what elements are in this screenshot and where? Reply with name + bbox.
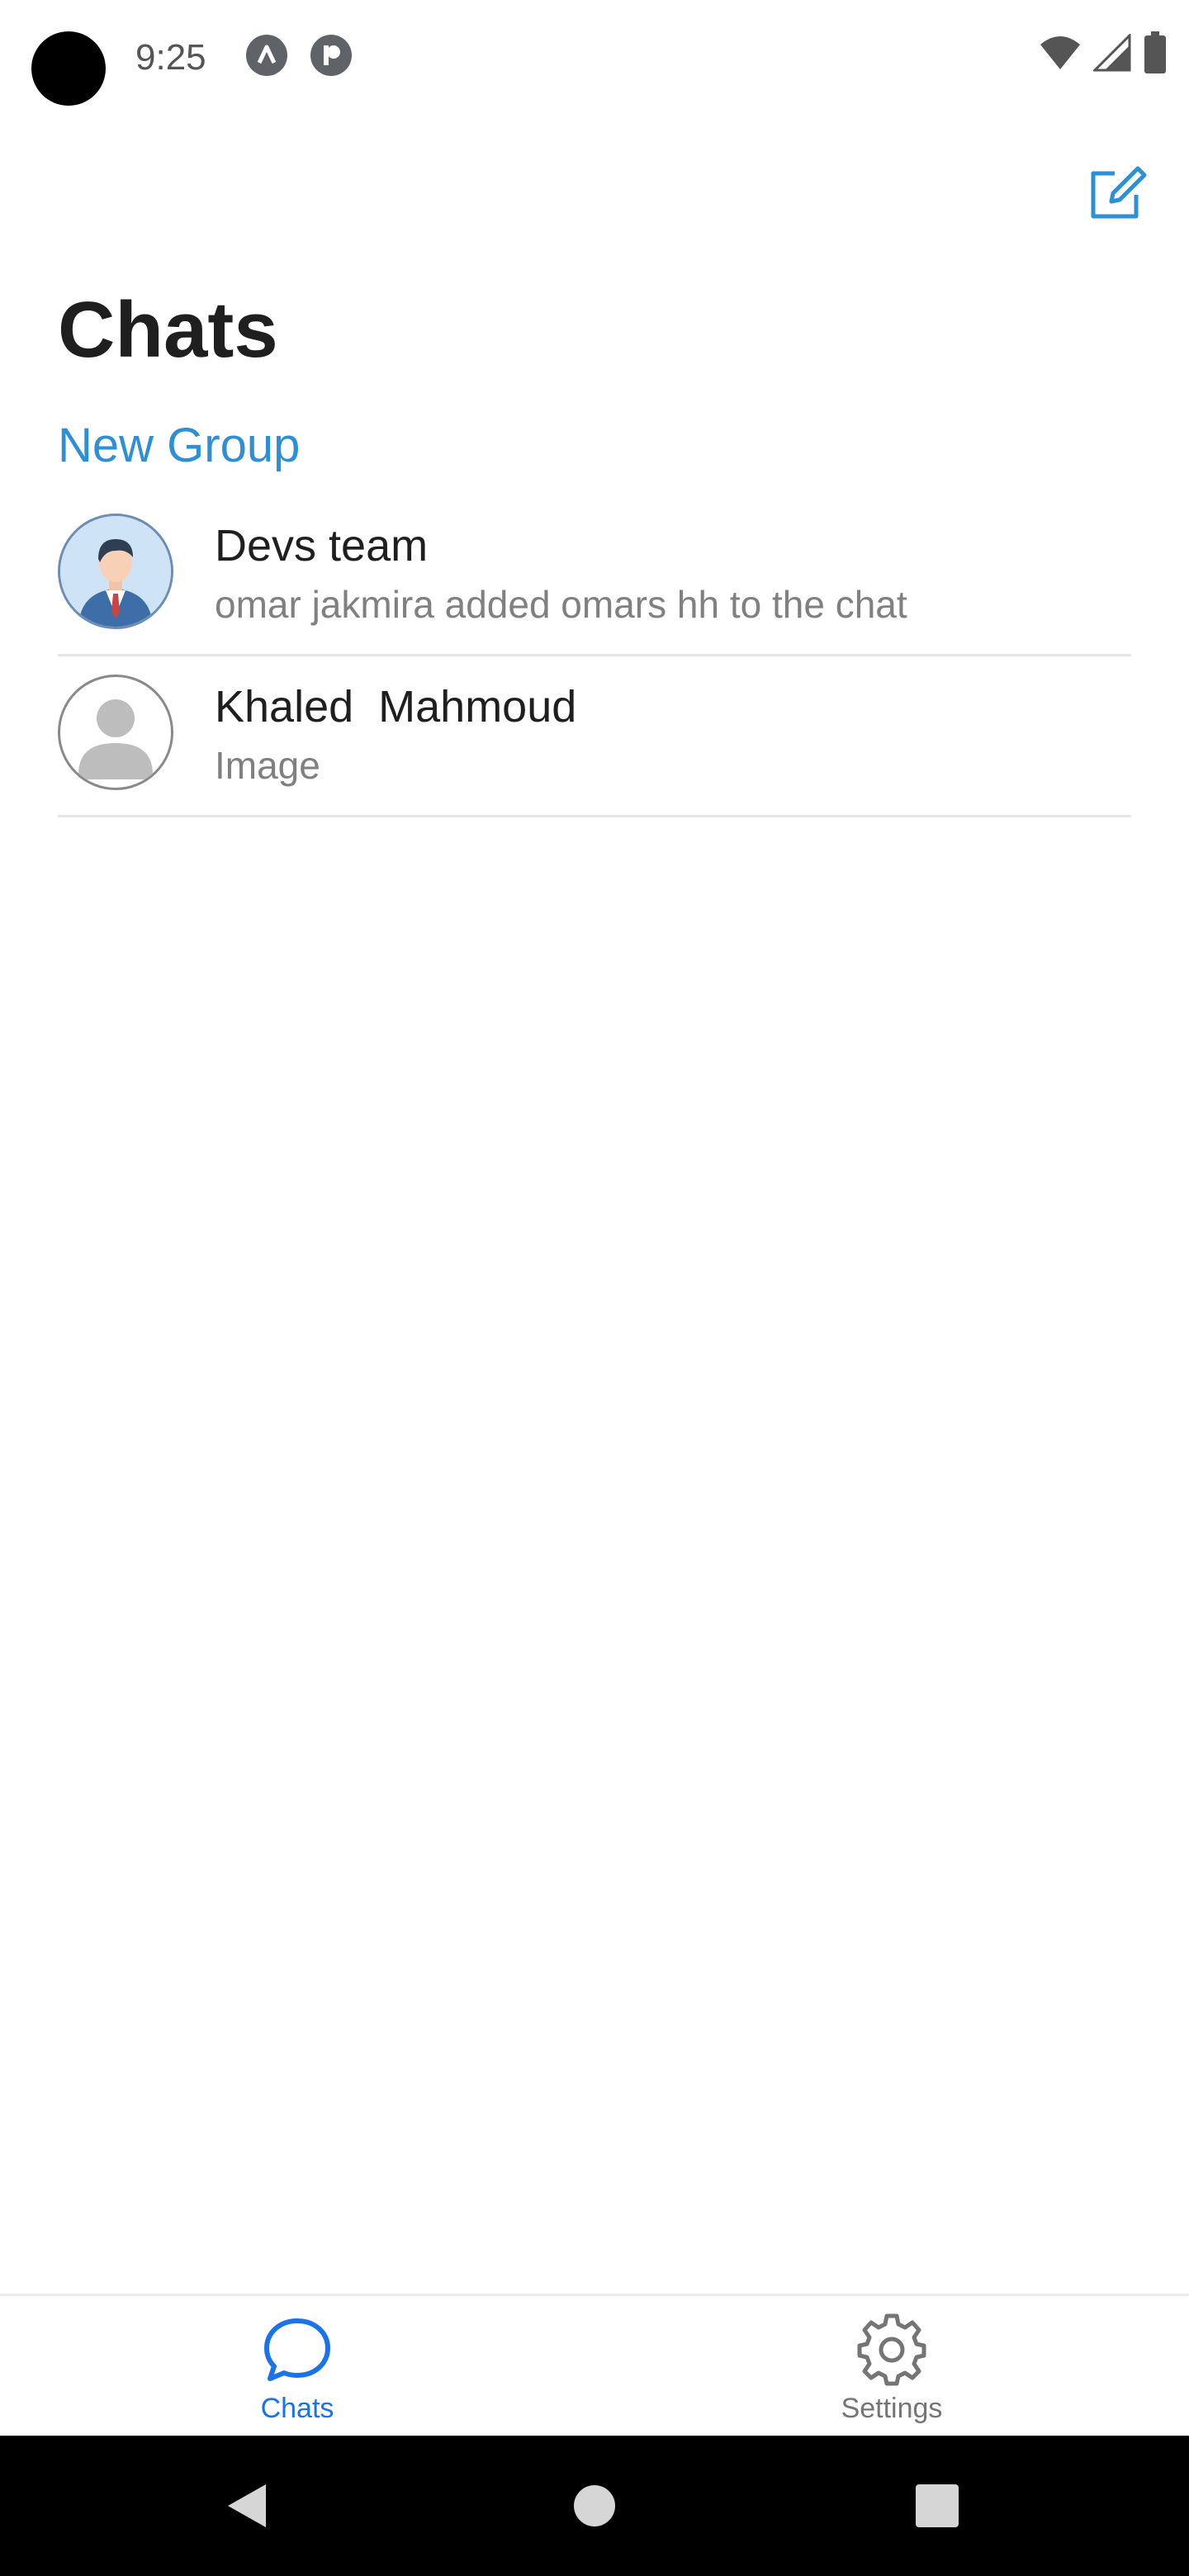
- page-title: Chats: [58, 286, 278, 374]
- chat-name: Khaled Mahmoud: [215, 682, 577, 732]
- camera-cutout: [31, 31, 106, 106]
- chat-last-message: omar jakmira added omars hh to the chat: [215, 583, 907, 626]
- recents-icon[interactable]: [915, 2484, 959, 2528]
- gear-icon: [857, 2313, 926, 2386]
- businessman-avatar: [58, 514, 173, 629]
- system-status-icons: [1039, 31, 1168, 74]
- placeholder-avatar: [58, 675, 173, 790]
- battery-icon: [1144, 31, 1166, 73]
- system-nav-bar: [0, 2436, 1189, 2576]
- chat-list-item[interactable]: Devs team omar jakmira added omars hh to…: [58, 495, 1131, 656]
- tab-label: Chats: [260, 2393, 334, 2424]
- bottom-tab-bar: Chats Settings: [0, 2294, 1189, 2438]
- status-bar: 9:25: [0, 0, 1189, 116]
- signal-icon: [1093, 34, 1131, 72]
- compose-button[interactable]: [1082, 162, 1148, 228]
- compose-icon: [1091, 166, 1147, 219]
- chat-bubble-icon: [264, 2318, 330, 2381]
- back-icon[interactable]: [223, 2481, 272, 2531]
- home-icon[interactable]: [573, 2484, 616, 2527]
- chats-screen: 9:25 Chats New Group Devs team omar jakm…: [0, 0, 1189, 2576]
- chat-last-message: Image: [215, 744, 320, 787]
- tab-chats[interactable]: Chats: [0, 2296, 594, 2438]
- wifi-icon: [1040, 36, 1080, 69]
- chat-list-item[interactable]: Khaled Mahmoud Image: [58, 656, 1131, 817]
- app-notification-icon: [310, 35, 352, 76]
- new-group-link[interactable]: New Group: [58, 413, 300, 479]
- app-notification-icon: [246, 35, 287, 76]
- tab-settings[interactable]: Settings: [594, 2296, 1189, 2438]
- chat-name: Devs team: [215, 521, 429, 571]
- tab-label: Settings: [841, 2393, 943, 2424]
- status-time: 9:25: [135, 37, 206, 78]
- chat-list: Devs team omar jakmira added omars hh to…: [58, 495, 1131, 817]
